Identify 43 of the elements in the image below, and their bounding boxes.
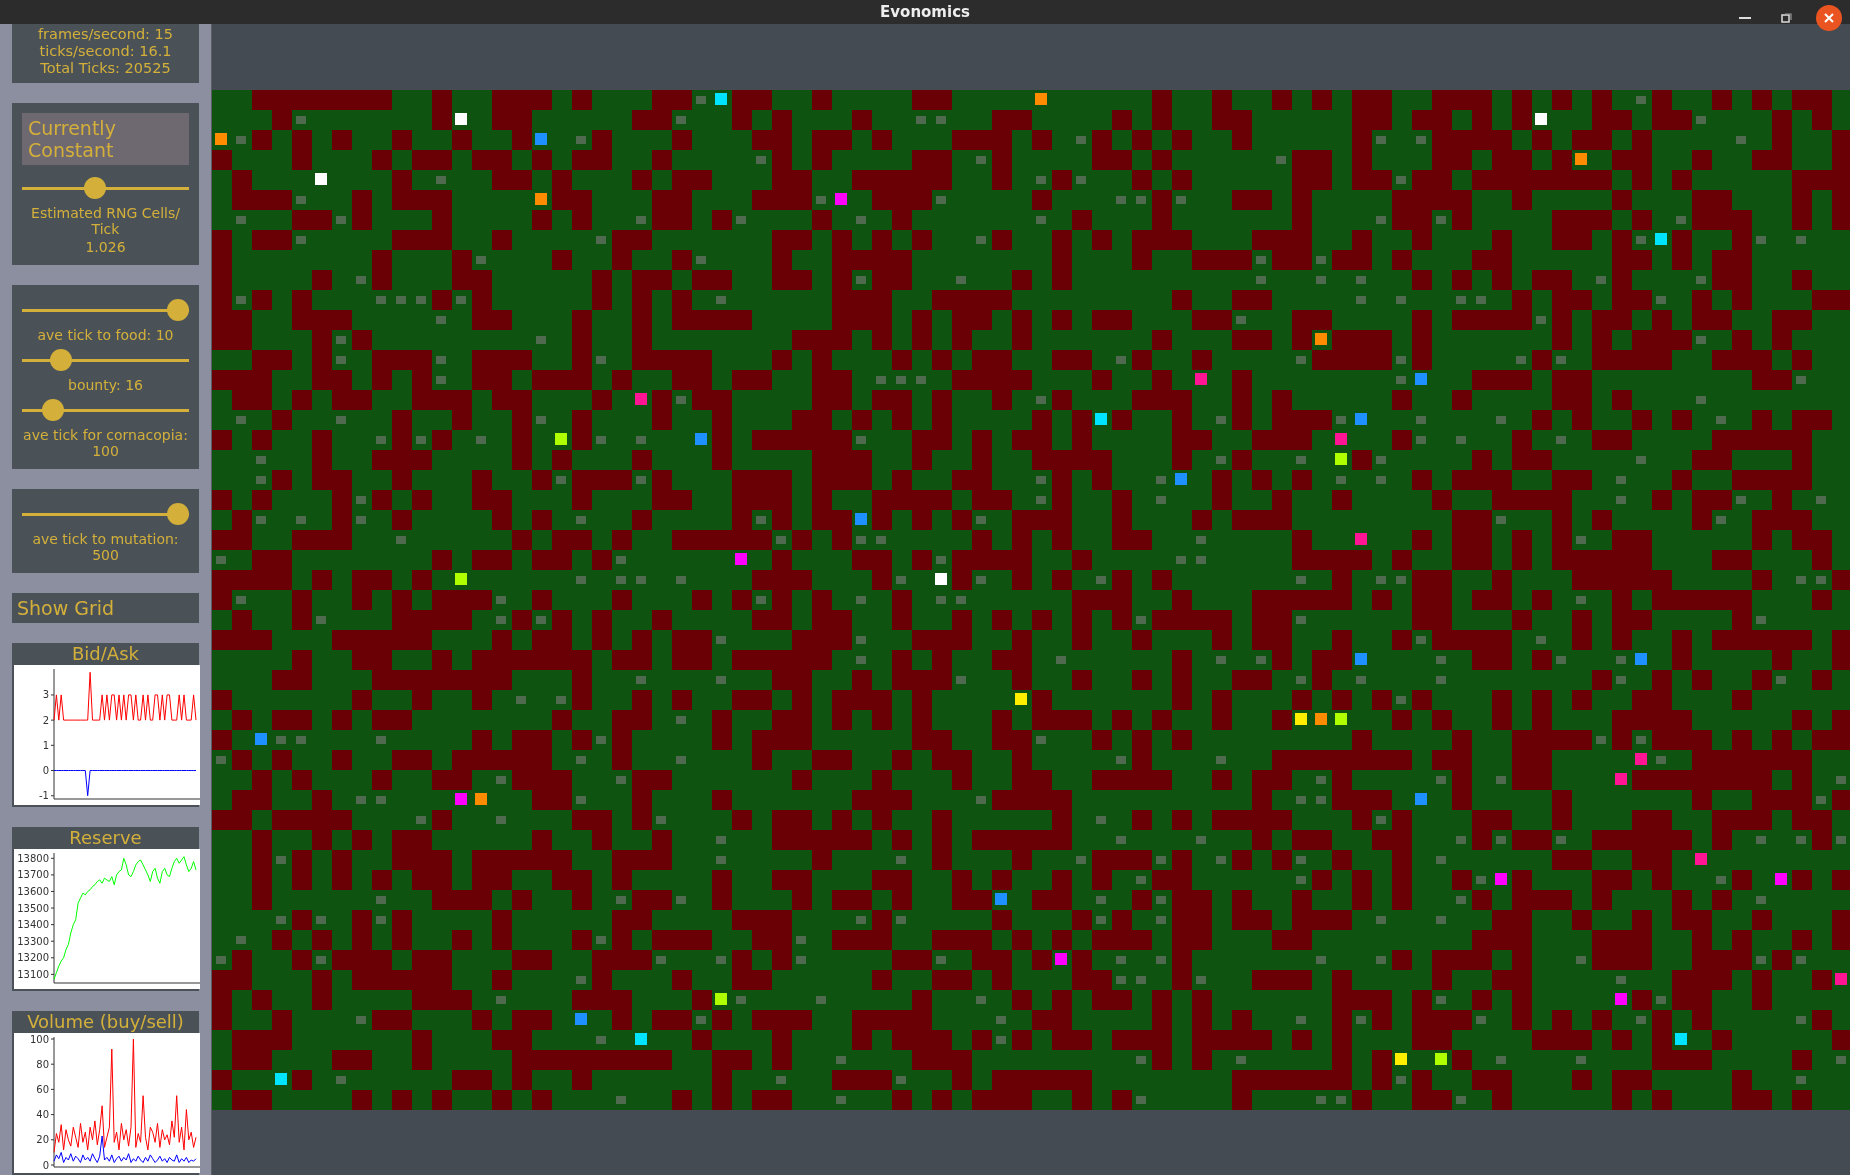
stat-text: frames/second: 15 — [36, 26, 175, 43]
axis-tick-label: 13100 — [17, 968, 49, 980]
minimize-icon — [1739, 17, 1751, 19]
axis-tick-label: 2 — [42, 714, 49, 726]
axis-tick-label: 13500 — [17, 902, 49, 914]
stat-text: ticks/second: 16.1 — [38, 43, 173, 60]
axis-tick-label: 3 — [42, 689, 49, 701]
axis-tick-label: 80 — [36, 1058, 49, 1070]
stat-text: Total Ticks: 20525 — [39, 60, 172, 77]
axis-tick-label: 0 — [42, 765, 49, 777]
slider-thumb[interactable] — [167, 299, 189, 321]
axis-tick-label: 13600 — [17, 885, 49, 897]
axis-tick-label: 20 — [36, 1134, 49, 1146]
slider-thumb[interactable] — [84, 177, 107, 199]
window-title: Evonomics — [880, 3, 970, 21]
mode-button[interactable]: Currently Constant — [22, 113, 189, 165]
restore-icon — [1780, 11, 1794, 25]
close-button[interactable] — [1816, 5, 1842, 31]
slider-label: ave tick for cornacopia: 100 — [22, 427, 189, 459]
axis-tick-label: 13300 — [17, 935, 49, 947]
slider-label: ave tick to food: 10 — [36, 327, 175, 343]
close-icon — [1824, 13, 1834, 23]
axis-tick-label: 13200 — [17, 952, 49, 964]
axis-tick-label: -1 — [39, 790, 49, 802]
slider-thumb[interactable] — [167, 503, 189, 525]
axis-tick-label: 13700 — [17, 869, 49, 881]
axis-tick-label: 1 — [42, 739, 49, 751]
slider-label: bounty: 16 — [67, 377, 144, 393]
slider-thumb[interactable] — [42, 399, 65, 421]
slider-label: ave tick to mutation: 500 — [31, 531, 180, 563]
axis-tick-label: 13800 — [17, 852, 49, 864]
slider-label: Estimated RNG Cells/ Tick — [30, 205, 181, 237]
axis-tick-label: 100 — [29, 1033, 49, 1045]
chart-title: Bid/Ask — [71, 643, 140, 665]
axis-tick-label: 60 — [36, 1083, 49, 1095]
slider-value: 1.026 — [84, 239, 127, 255]
chart-title: Reserve — [68, 827, 143, 849]
show-grid-button[interactable]: Show Grid — [12, 593, 199, 623]
chart-title: Volume (buy/sell) — [26, 1011, 185, 1033]
axis-tick-label: 0 — [42, 1159, 49, 1171]
slider-thumb[interactable] — [49, 349, 72, 371]
axis-tick-label: 40 — [36, 1109, 49, 1121]
axis-tick-label: 13400 — [17, 919, 49, 931]
